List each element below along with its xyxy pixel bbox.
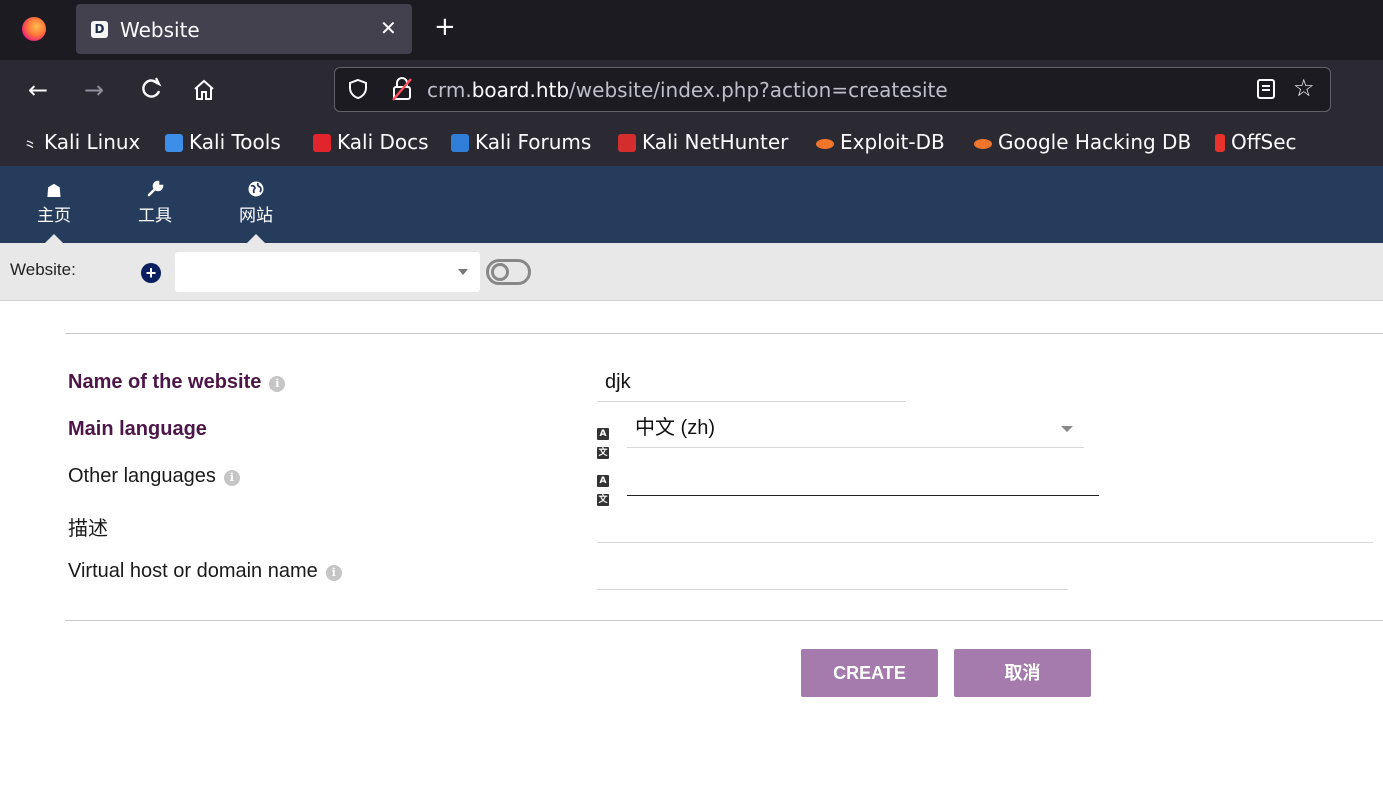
insecure-lock-icon[interactable] xyxy=(391,76,413,102)
bookmark-google-hacking-db[interactable]: Google Hacking DB xyxy=(974,130,1191,154)
website-label: Website: xyxy=(10,260,76,279)
bookmark-kali-tools[interactable]: Kali Tools xyxy=(165,130,281,154)
bookmark-kali-docs[interactable]: Kali Docs xyxy=(313,130,429,154)
chevron-down-icon xyxy=(458,269,468,275)
menu-item-websites[interactable]: 网站 xyxy=(226,180,286,228)
kali-forums-icon xyxy=(451,134,469,152)
kali-dragon-icon: ⺀ xyxy=(22,137,39,156)
bookmark-exploit-db[interactable]: Exploit-DB xyxy=(816,130,945,154)
virtual-host-label: Virtual host or domain name i xyxy=(68,560,342,583)
reader-view-icon[interactable] xyxy=(1255,78,1277,100)
tab-title: Website xyxy=(120,18,200,42)
bookmark-kali-forums[interactable]: Kali Forums xyxy=(451,130,591,154)
create-button[interactable]: CREATE xyxy=(801,649,938,697)
description-label: 描述 xyxy=(68,518,108,540)
exploit-db-icon xyxy=(816,139,834,149)
cancel-button[interactable]: 取消 xyxy=(954,649,1091,697)
top-menu: ☗ 主页 工具 网站 xyxy=(0,166,1383,243)
main-language-select[interactable]: 中文 (zh) xyxy=(627,413,1084,448)
description-input[interactable] xyxy=(597,507,1373,543)
form-bottom-divider xyxy=(65,620,1383,621)
back-icon[interactable]: ← xyxy=(28,74,48,106)
website-selector-bar: Website: + xyxy=(0,243,1383,301)
chevron-down-icon xyxy=(1061,426,1073,432)
ghdb-icon xyxy=(974,139,992,149)
forward-icon[interactable]: → xyxy=(84,74,104,106)
bookmark-kali-linux[interactable]: ⺀ Kali Linux xyxy=(22,130,140,156)
globe-icon xyxy=(226,180,286,204)
menu-item-tools[interactable]: 工具 xyxy=(125,180,185,228)
info-icon[interactable]: i xyxy=(325,565,342,581)
tracking-shield-icon[interactable] xyxy=(347,78,369,100)
toggle-knob xyxy=(491,263,509,281)
info-icon[interactable]: i xyxy=(223,470,240,486)
home-icon: ☗ xyxy=(45,181,63,202)
info-icon[interactable]: i xyxy=(269,376,286,392)
web-page: ☗ 主页 工具 网站 Website: + Name of the websit… xyxy=(0,166,1383,793)
bookmarks-toolbar: ⺀ Kali Linux Kali Tools Kali Docs Kali Fo… xyxy=(0,124,1383,166)
url-bar[interactable]: crm.board.htb/website/index.php?action=c… xyxy=(334,67,1331,112)
browser-tab-bar: D Website ✕ + xyxy=(0,0,1383,60)
form-top-divider xyxy=(65,333,1383,334)
kali-tools-icon xyxy=(165,134,183,152)
kali-nethunter-icon xyxy=(618,134,636,152)
edit-mode-toggle[interactable] xyxy=(486,259,531,285)
other-languages-label: Other languages i xyxy=(68,465,240,488)
menu-active-caret xyxy=(45,234,63,243)
kali-docs-icon xyxy=(313,134,331,152)
home-icon[interactable] xyxy=(192,78,216,110)
tab-close-icon[interactable]: ✕ xyxy=(380,16,397,40)
new-tab-icon[interactable]: + xyxy=(434,12,456,42)
website-name-label: Name of the website i xyxy=(68,371,286,394)
bookmark-kali-nethunter[interactable]: Kali NetHunter xyxy=(618,130,788,154)
language-icon: A文 xyxy=(597,475,609,506)
wrench-icon xyxy=(125,180,185,204)
website-name-input[interactable]: djk xyxy=(597,367,906,402)
bookmark-offsec[interactable]: OffSec xyxy=(1215,130,1297,154)
other-languages-input[interactable] xyxy=(627,460,1099,496)
offsec-icon xyxy=(1215,134,1225,152)
browser-nav-bar: ← → crm.board.htb/website/index.php?acti… xyxy=(0,60,1383,124)
firefox-logo-icon[interactable] xyxy=(22,17,46,41)
dolibarr-favicon-icon: D xyxy=(91,21,108,38)
bookmark-star-icon[interactable]: ☆ xyxy=(1293,74,1315,102)
add-website-icon[interactable]: + xyxy=(141,263,161,283)
website-select[interactable] xyxy=(175,252,480,292)
menu-item-home[interactable]: ☗ 主页 xyxy=(24,180,84,228)
url-text[interactable]: crm.board.htb/website/index.php?action=c… xyxy=(427,78,948,102)
main-language-label: Main language xyxy=(68,418,207,440)
browser-tab-website[interactable]: D Website ✕ xyxy=(76,4,412,54)
menu-active-caret xyxy=(247,234,265,243)
virtual-host-input[interactable] xyxy=(597,554,1068,590)
language-icon: A文 xyxy=(597,428,609,459)
reload-icon[interactable] xyxy=(140,76,162,110)
